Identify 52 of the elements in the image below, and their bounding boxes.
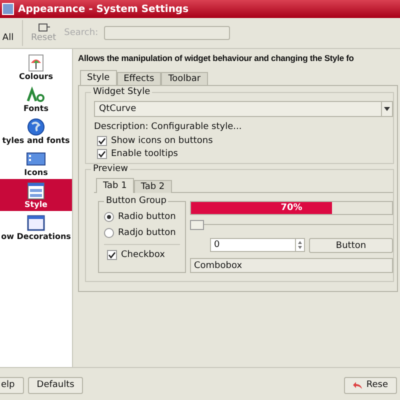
footer-button[interactable]: elp (0, 376, 24, 394)
search-label: Search: (64, 28, 98, 38)
app-icon (2, 3, 14, 15)
footer-button[interactable]: Defaults (28, 376, 84, 394)
window-style-icon (26, 182, 46, 200)
checkbox-label: Show icons on buttons (111, 136, 213, 146)
sidebar-item[interactable]: Style (0, 179, 72, 211)
checkbox[interactable] (97, 149, 107, 159)
tab[interactable]: Tab 1 (96, 178, 134, 193)
checkbox[interactable] (97, 136, 107, 146)
checkbox-label: Checkbox (121, 250, 165, 260)
tab[interactable]: Toolbar (161, 72, 208, 85)
sidebar-item[interactable]: Icons (0, 147, 72, 179)
screen-icon (26, 150, 46, 168)
preview-button[interactable]: Button (309, 238, 393, 253)
search-field[interactable] (104, 26, 230, 40)
radio-label: Radio button (118, 212, 176, 222)
checkbox-label: Enable tooltips (111, 149, 178, 159)
group-title: Widget Style (91, 87, 152, 97)
sidebar-item[interactable]: Fonts (0, 83, 72, 115)
umbrella-icon (26, 54, 46, 72)
radio-button[interactable] (104, 212, 114, 222)
style-combobox[interactable]: QtCurve (94, 101, 393, 117)
window-icon (26, 214, 46, 232)
tab[interactable]: Style (80, 70, 117, 85)
tab[interactable]: Tab 2 (134, 180, 172, 193)
sidebar-item[interactable]: Colours (0, 51, 72, 83)
globe-icon (26, 118, 46, 136)
group-title: Button Group (104, 196, 168, 206)
undo-arrow-icon (353, 380, 364, 390)
radio-label: Radjo button (118, 228, 176, 238)
sidebar-item[interactable]: ow Decorations (0, 211, 72, 243)
window-title: Appearance - System Settings (18, 4, 189, 14)
combobox[interactable]: Combobox (190, 258, 393, 273)
tab[interactable]: Effects (116, 72, 162, 85)
style-description: Description: Configurable style... (94, 122, 243, 132)
spin-box[interactable]: 0 (210, 238, 305, 252)
spin-arrows-icon (295, 239, 304, 251)
footer-button[interactable]: Rese (344, 376, 397, 394)
reset-icon (38, 23, 50, 33)
group-title: Preview (91, 164, 130, 174)
radio-button[interactable] (104, 228, 114, 238)
slider-handle[interactable] (190, 220, 204, 230)
checkbox[interactable] (107, 250, 117, 260)
sidebar-item[interactable]: tyles and fonts (0, 115, 72, 147)
combobox-value: QtCurve (99, 104, 136, 114)
toolbar-button[interactable]: All (0, 23, 16, 43)
font-icon (26, 86, 46, 104)
dropdown-arrow-icon (381, 102, 392, 116)
description-heading: Allows the manipulation of widget behaviour and changing the Style fo (78, 53, 355, 63)
progress-text: 70% (280, 202, 304, 214)
spin-value: 0 (214, 240, 220, 250)
